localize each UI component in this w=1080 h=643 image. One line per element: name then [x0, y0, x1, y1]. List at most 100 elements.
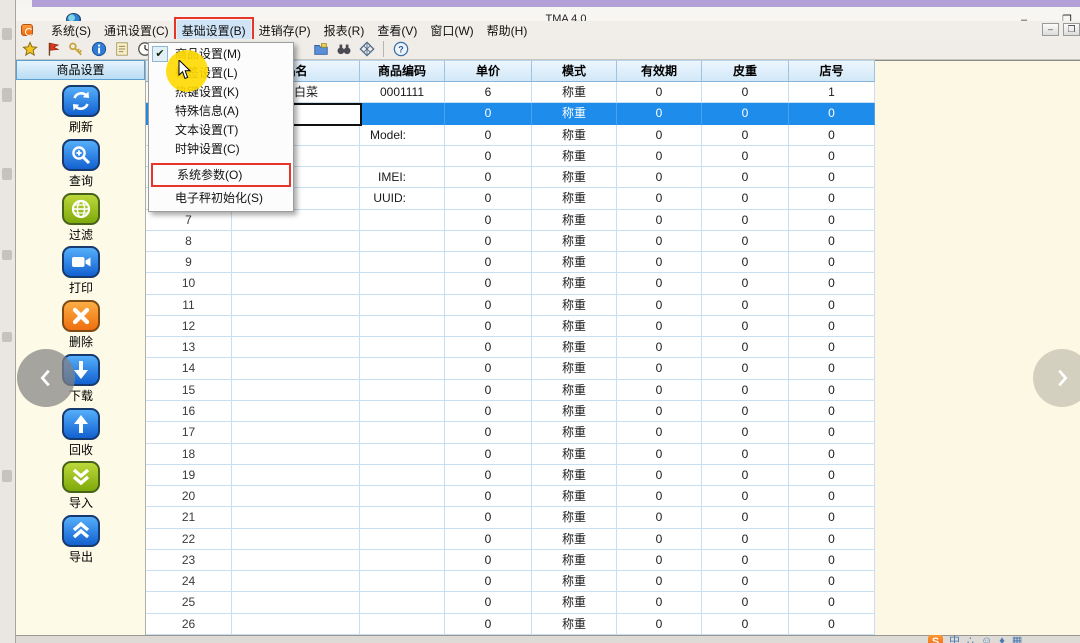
input-method-icon[interactable]: S	[928, 635, 943, 643]
table-row[interactable]: 130称重000	[146, 337, 875, 358]
sidebar: 商品设置 刷新查询过滤打印删除下载回收导入导出	[16, 60, 146, 635]
table-cell: 20	[146, 486, 232, 507]
table-cell: 0	[617, 125, 702, 146]
tray-icon[interactable]: ▦	[1012, 635, 1022, 643]
sidebar-button-label: 查询	[16, 172, 146, 189]
folder-icon[interactable]	[311, 40, 330, 58]
table-row[interactable]: 240称重000	[146, 571, 875, 592]
menu-item[interactable]: 系统参数(O)	[151, 163, 291, 187]
sidebar-button-delete[interactable]: 删除	[16, 300, 146, 350]
menu-item[interactable]: 时钟设置(C)	[149, 140, 293, 159]
column-header[interactable]: 单价	[445, 60, 532, 82]
menubar-item[interactable]: 进销存(P)	[254, 20, 316, 41]
table-cell: 称重	[532, 316, 617, 337]
binoculars-icon[interactable]	[334, 40, 353, 58]
menubar-item[interactable]: 窗口(W)	[425, 20, 478, 41]
table-cell: 称重	[532, 210, 617, 231]
sidebar-button-search[interactable]: 查询	[16, 139, 146, 189]
table-cell: 称重	[532, 486, 617, 507]
sidebar-button-chevrons-up[interactable]: 导出	[16, 515, 146, 565]
menu-item[interactable]: 文本设置(T)	[149, 121, 293, 140]
table-cell: 0	[702, 167, 789, 188]
table-cell: 称重	[532, 273, 617, 294]
table-row[interactable]: 200称重000	[146, 486, 875, 507]
table-row[interactable]: 120称重000	[146, 316, 875, 337]
tray-icon[interactable]: ☺	[981, 635, 992, 643]
info-icon[interactable]	[89, 40, 108, 58]
mdi-button[interactable]: –	[1042, 23, 1059, 36]
menubar-item[interactable]: 报表(R)	[319, 20, 370, 41]
table-row[interactable]: 190称重000	[146, 465, 875, 486]
table-cell: 0	[617, 316, 702, 337]
table-cell	[232, 231, 360, 252]
tray-icon[interactable]: ∴	[967, 635, 974, 643]
sidebar-button-chevrons-down[interactable]: 导入	[16, 461, 146, 511]
tray-icon[interactable]: 中	[949, 635, 960, 643]
table-cell: 0	[617, 188, 702, 209]
table-cell: 0	[617, 465, 702, 486]
mdi-button[interactable]: ❐	[1063, 23, 1080, 36]
table-row[interactable]: 80称重000	[146, 231, 875, 252]
table-row[interactable]: 260称重000	[146, 614, 875, 635]
table-cell: 0	[445, 571, 532, 592]
chevrons-up-icon	[62, 515, 100, 547]
menubar-item[interactable]: 查看(V)	[372, 20, 422, 41]
table-row[interactable]: 140称重000	[146, 358, 875, 379]
menubar-item[interactable]: 基础设置(B)	[177, 20, 251, 41]
filter-net-icon[interactable]	[357, 40, 376, 58]
table-row[interactable]: 230称重000	[146, 550, 875, 571]
table-cell: 称重	[532, 444, 617, 465]
table-row[interactable]: 150称重000	[146, 380, 875, 401]
column-header[interactable]: 商品编码	[360, 60, 445, 82]
menubar-item[interactable]: 系统(S)	[46, 20, 96, 41]
table-cell: 0	[702, 125, 789, 146]
table-cell: 称重	[532, 401, 617, 422]
column-header[interactable]: 模式	[532, 60, 617, 82]
menubar-item[interactable]: 帮助(H)	[482, 20, 533, 41]
table-row[interactable]: 70称重000	[146, 210, 875, 231]
column-header[interactable]: 皮重	[702, 60, 789, 82]
menu-item[interactable]: 特殊信息(A)	[149, 102, 293, 121]
sidebar-button-print[interactable]: 打印	[16, 246, 146, 296]
table-cell: 0	[445, 337, 532, 358]
menu-item[interactable]: 电子秤初始化(S)	[149, 189, 293, 208]
table-cell	[232, 358, 360, 379]
nav-previous-button[interactable]	[17, 349, 75, 407]
table-cell: 0	[445, 380, 532, 401]
table-row[interactable]: 210称重000	[146, 507, 875, 528]
table-row[interactable]: 110称重000	[146, 295, 875, 316]
help-icon[interactable]	[391, 40, 410, 58]
menu-item[interactable]: 热键设置(K)	[149, 83, 293, 102]
table-cell	[232, 295, 360, 316]
table-cell: 0	[617, 82, 702, 103]
table-cell: 13	[146, 337, 232, 358]
table-row[interactable]: 250称重000	[146, 592, 875, 613]
table-row[interactable]: 180称重000	[146, 444, 875, 465]
table-cell: 0	[617, 614, 702, 635]
table-row[interactable]: 100称重000	[146, 273, 875, 294]
table-cell: 7	[146, 210, 232, 231]
table-row[interactable]: 90称重000	[146, 252, 875, 273]
sidebar-button-arrow-up[interactable]: 回收	[16, 408, 146, 458]
key-icon[interactable]	[66, 40, 85, 58]
screen: TMA 4.0 – ❐ 系统(S)通讯设置(C)基础设置(B)进销存(P)报表(…	[0, 0, 1080, 643]
table-row[interactable]: 160称重000	[146, 401, 875, 422]
menubar-item[interactable]: 通讯设置(C)	[99, 20, 174, 41]
tray-icon[interactable]: ♦	[999, 635, 1005, 643]
sidebar-button-refresh[interactable]: 刷新	[16, 85, 146, 135]
sidebar-button-label: 导入	[16, 494, 146, 511]
sidebar-button-globe[interactable]: 过滤	[16, 193, 146, 243]
column-header[interactable]: 有效期	[617, 60, 702, 82]
table-cell: 0	[789, 316, 875, 337]
table-cell: 0	[702, 571, 789, 592]
column-header[interactable]: 店号	[789, 60, 875, 82]
table-row[interactable]: 220称重000	[146, 529, 875, 550]
table-cell: 0	[445, 231, 532, 252]
table-cell: 0	[789, 507, 875, 528]
table-cell: 称重	[532, 252, 617, 273]
note-icon[interactable]	[112, 40, 131, 58]
table-cell: 0	[617, 571, 702, 592]
star-icon[interactable]	[20, 40, 39, 58]
table-row[interactable]: 170称重000	[146, 422, 875, 443]
flag-icon[interactable]	[43, 40, 62, 58]
